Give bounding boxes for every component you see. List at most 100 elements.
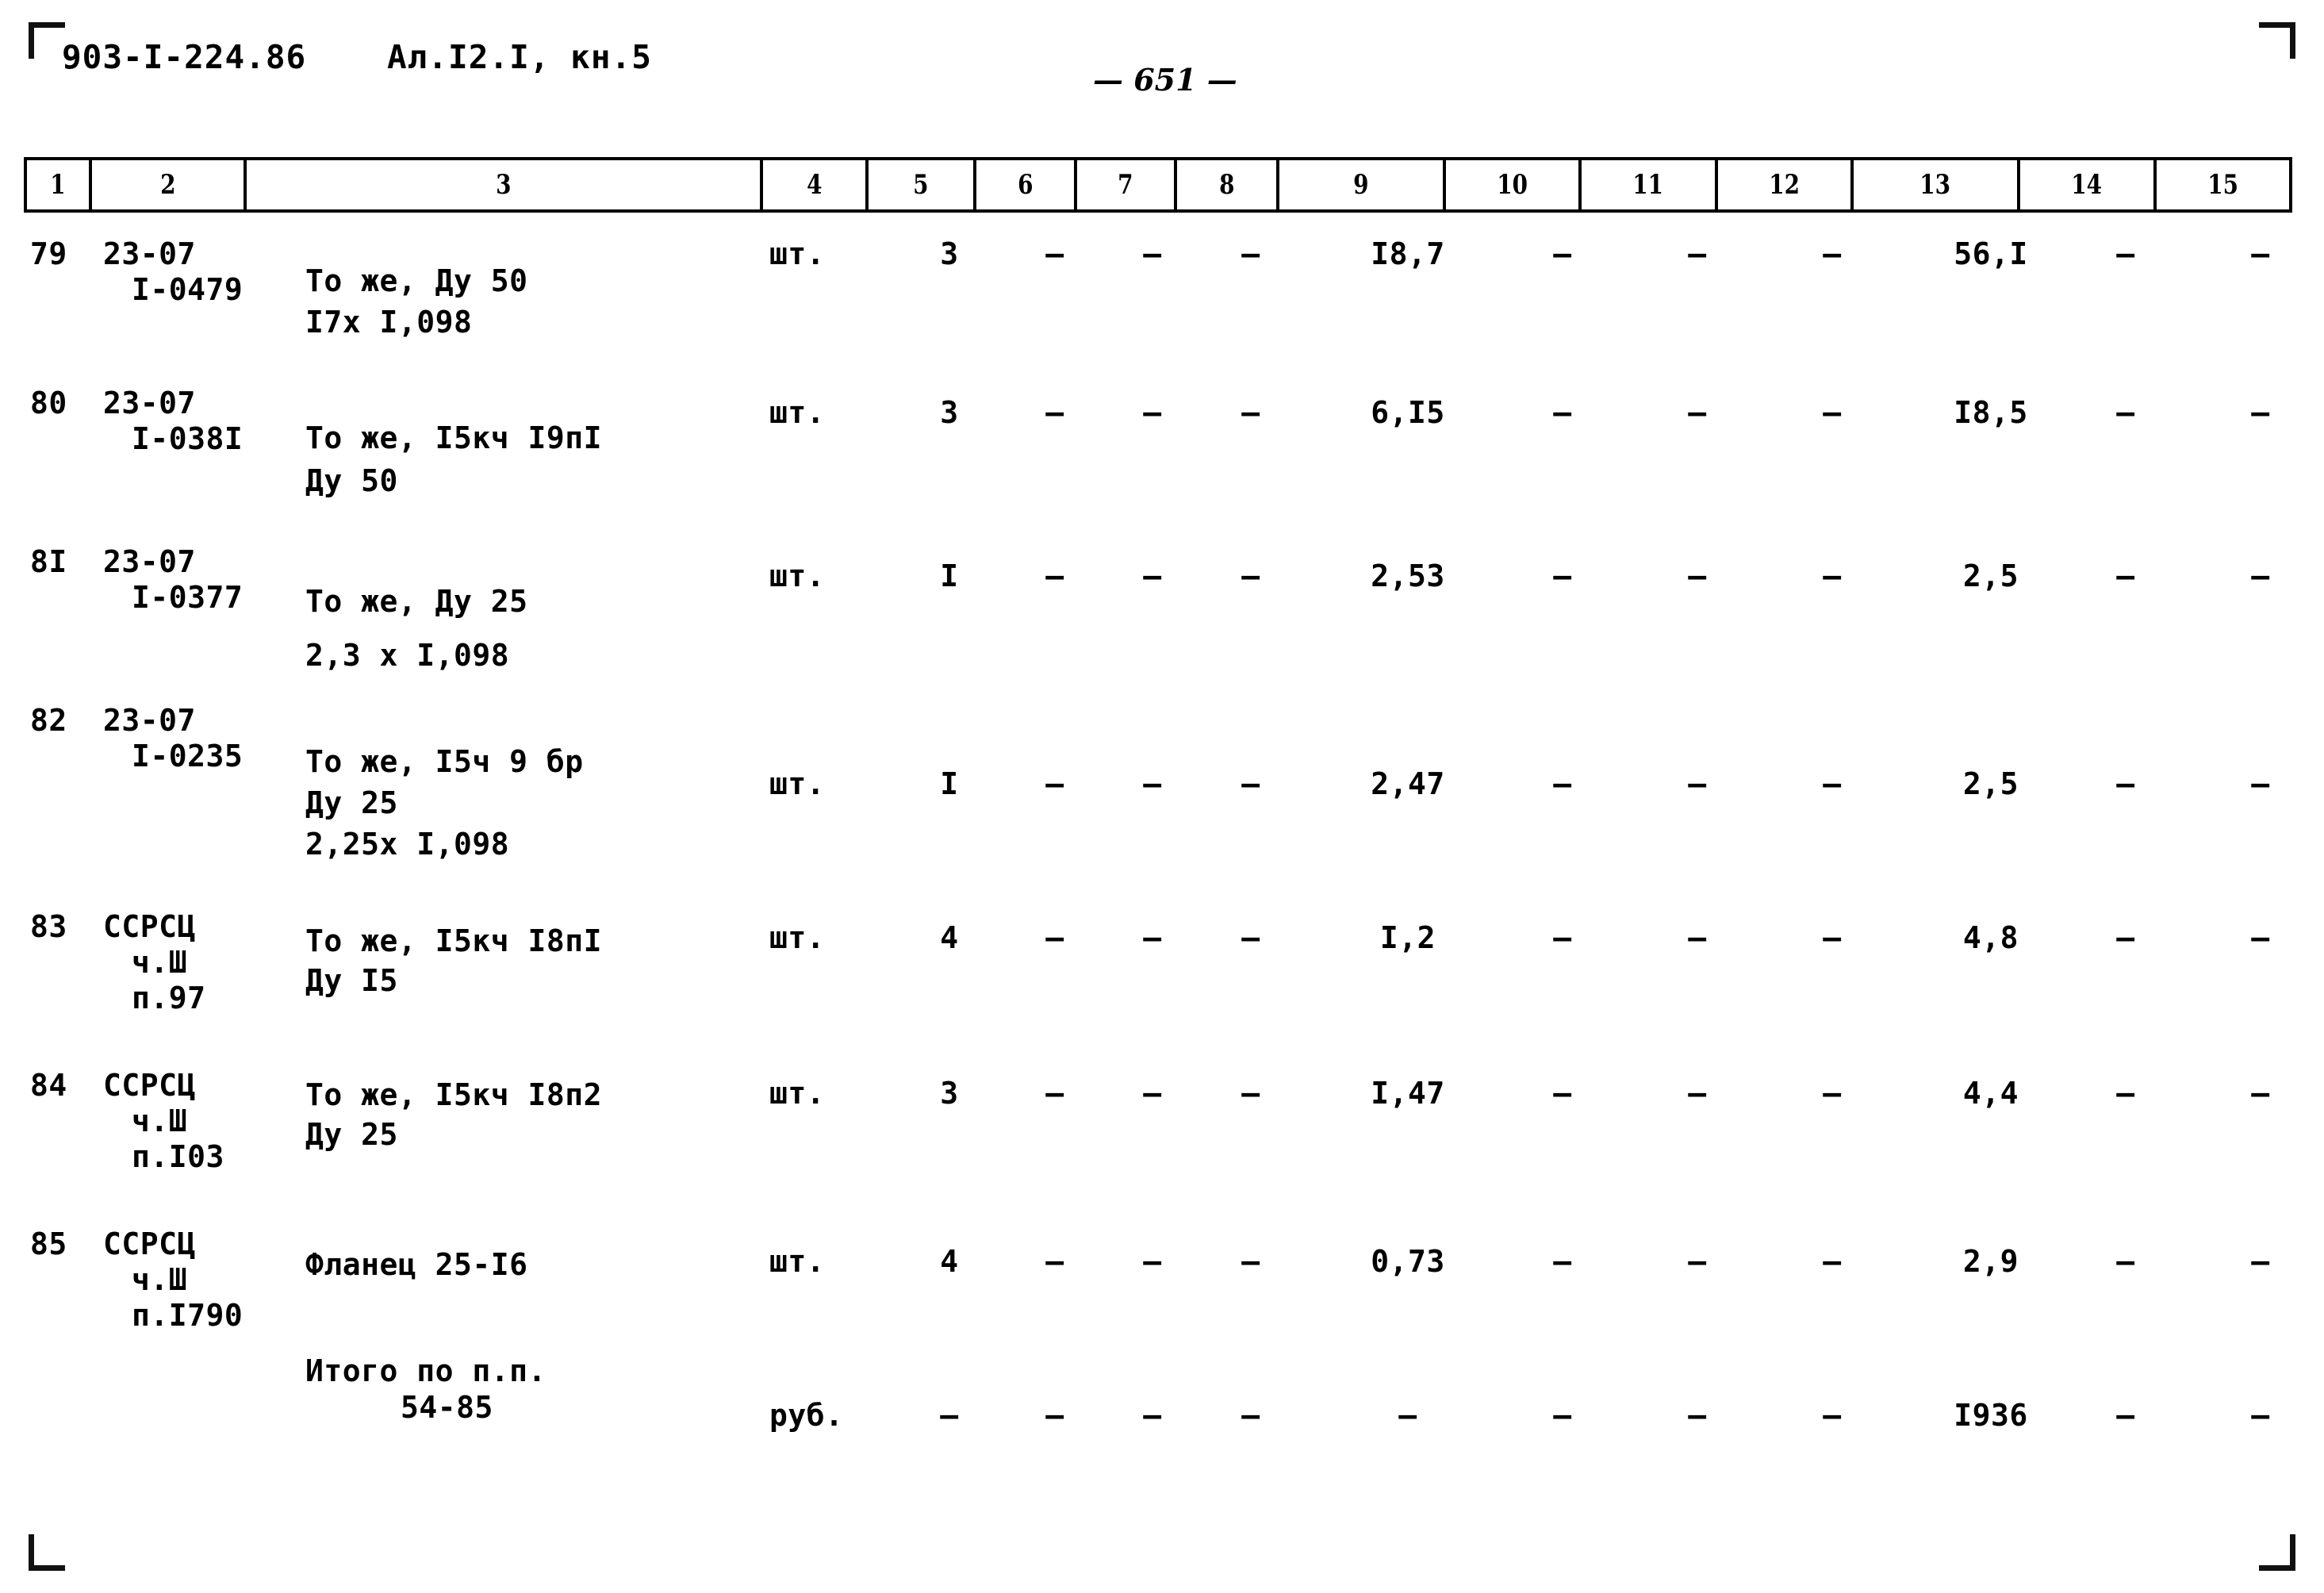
table-body: 79 23-07 I-0479 То же, Ду 50 I7х I,098 шт. 3– –… [24, 213, 2292, 1530]
row-norm-code-line: I-038I [132, 420, 244, 456]
row-value-c12: – [1823, 236, 1842, 271]
column-header-5: 5 [865, 157, 977, 213]
row-value-c7: – [1143, 766, 1162, 801]
row-value-c14: – [2116, 920, 2135, 955]
row-value-c8: – [1241, 1244, 1260, 1279]
column-header-3: 3 [244, 157, 764, 213]
row-value-c12: – [1823, 766, 1842, 801]
row-value-c9: 0,73 [1371, 1244, 1445, 1279]
column-header-8: 8 [1174, 157, 1279, 213]
column-header-4: 4 [760, 157, 869, 213]
row-description-line: То же, I5кч I9пI [305, 420, 603, 455]
row-unit: шт. [769, 395, 826, 430]
document-code: 903-I-224.86 [62, 38, 307, 76]
row-value-c12: – [1823, 395, 1842, 430]
row-value-c12: – [1823, 1076, 1842, 1111]
row-value-c6: – [1045, 766, 1064, 801]
total-unit: руб. [769, 1398, 844, 1433]
row-value-c6: – [1045, 920, 1064, 955]
row-value-c9: I8,7 [1371, 236, 1445, 271]
row-value-c9: 6,I5 [1371, 395, 1445, 430]
row-unit: шт. [769, 920, 826, 955]
row-value-c13: 56,I [1954, 236, 2028, 271]
row-value-c7: – [1143, 236, 1162, 271]
row-norm-code-line: I-0479 [132, 271, 244, 307]
page-number: — 651 — [1093, 62, 1237, 98]
row-value-c6: – [1045, 395, 1064, 430]
row-value-c5: 4 [940, 1244, 959, 1279]
row-norm-code-line: I-0377 [132, 579, 244, 615]
row-value-c5: 3 [940, 395, 959, 430]
total-value-c12: – [1823, 1398, 1842, 1433]
row-value-c7: – [1143, 395, 1162, 430]
row-norm-code-line: ССРСЦ [103, 909, 196, 944]
row-value-c13: 4,8 [1962, 920, 2019, 955]
row-value-c14: – [2116, 766, 2135, 801]
row-value-c5: 3 [940, 1076, 959, 1111]
row-norm-code-line: 23-07 [103, 544, 196, 579]
row-value-c9: I,2 [1379, 920, 1436, 955]
row-description-line: Ду 50 [305, 463, 398, 498]
row-norm-code: 23-07 I-038I [103, 386, 254, 457]
column-header-10: 10 [1442, 157, 1582, 213]
row-description-line: Ду I5 [305, 963, 398, 998]
row-value-c10: – [1553, 920, 1572, 955]
row-value-c7: – [1143, 920, 1162, 955]
row-value-c15: – [2251, 236, 2270, 271]
row-value-c14: – [2116, 395, 2135, 430]
row-value-c8: – [1241, 766, 1260, 801]
row-description-line: Фланец 25-I6 [305, 1247, 528, 1282]
row-value-c12: – [1823, 920, 1842, 955]
total-range-line: 54-85 [401, 1390, 493, 1425]
row-value-c8: – [1241, 920, 1260, 955]
row-description-line: То же, I5кч I8п2 [305, 1077, 603, 1112]
row-norm-code-line: п.I03 [132, 1138, 224, 1174]
column-header-7: 7 [1073, 157, 1178, 213]
row-unit: шт. [769, 559, 826, 593]
row-norm-code-line: ч.Ш [132, 944, 188, 980]
row-value-c15: – [2251, 559, 2270, 593]
row-description-line: То же, Ду 50 [305, 263, 528, 298]
row-description-line: 2,3 х I,098 [305, 638, 510, 673]
row-value-c7: – [1143, 559, 1162, 593]
row-value-c14: – [2116, 236, 2135, 271]
row-norm-code: 23-07 I-0235 [103, 703, 254, 774]
column-header-14: 14 [2017, 157, 2157, 213]
row-value-c6: – [1045, 236, 1064, 271]
total-value-c7: – [1143, 1398, 1162, 1433]
row-item-number: 80 [30, 386, 67, 420]
total-value-c11: – [1688, 1398, 1707, 1433]
row-value-c15: – [2251, 1076, 2270, 1111]
row-value-c8: – [1241, 559, 1260, 593]
row-norm-code-line: ССРСЦ [103, 1068, 196, 1103]
album-reference: Ал.I2.I, кн.5 [387, 38, 652, 76]
total-value-c8: – [1241, 1398, 1260, 1433]
row-norm-code-line: ч.Ш [132, 1261, 188, 1297]
row-value-c7: – [1143, 1244, 1162, 1279]
row-value-c11: – [1688, 920, 1707, 955]
row-norm-code: ССРСЦ ч.Ш п.I03 [103, 1068, 254, 1174]
row-unit: шт. [769, 1076, 826, 1111]
column-header-9: 9 [1275, 157, 1447, 213]
row-value-c14: – [2116, 1244, 2135, 1279]
column-header-2: 2 [88, 157, 247, 213]
column-header-11: 11 [1578, 157, 1718, 213]
row-value-c13: 2,5 [1962, 559, 2019, 593]
row-unit: шт. [769, 236, 826, 271]
row-value-c6: – [1045, 1244, 1064, 1279]
row-value-c11: – [1688, 1244, 1707, 1279]
row-item-number: 82 [30, 703, 67, 738]
row-norm-code-line: 23-07 [103, 386, 196, 420]
row-norm-code: ССРСЦ ч.Ш п.I790 [103, 1226, 254, 1333]
row-value-c8: – [1241, 1076, 1260, 1111]
row-description-line: Ду 25 [305, 1117, 398, 1152]
row-value-c14: – [2116, 559, 2135, 593]
row-value-c13: I8,5 [1954, 395, 2028, 430]
row-value-c11: – [1688, 236, 1707, 271]
row-value-c10: – [1553, 236, 1572, 271]
total-value-c5: – [940, 1398, 959, 1433]
column-header-1: 1 [24, 157, 92, 213]
row-description-line: I7х I,098 [305, 305, 473, 340]
row-norm-code-line: ч.Ш [132, 1103, 188, 1138]
row-value-c15: – [2251, 766, 2270, 801]
